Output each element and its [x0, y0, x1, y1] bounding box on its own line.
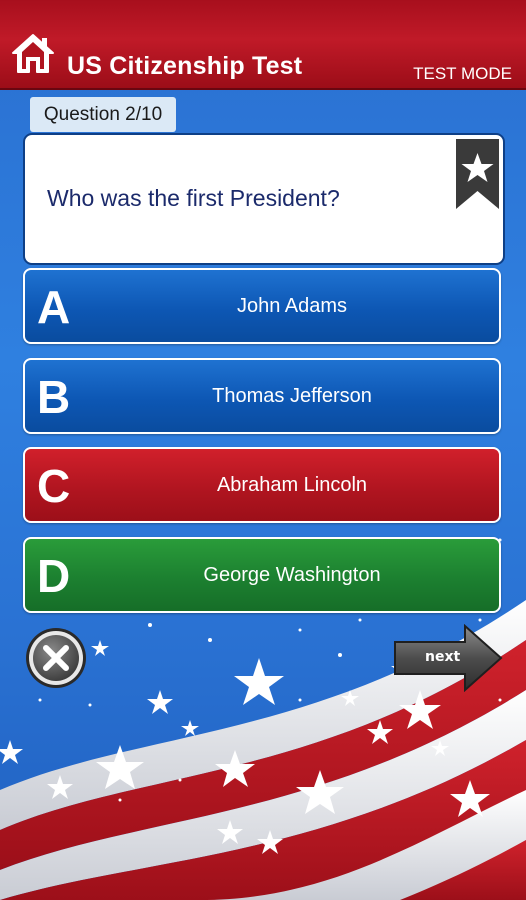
- next-label: next: [425, 649, 461, 665]
- answer-c-letter: C: [37, 460, 71, 512]
- test-mode-label: TEST MODE: [413, 64, 512, 83]
- question-counter: Question 2/10: [30, 97, 176, 132]
- answer-a-text: John Adams: [236, 295, 348, 317]
- answer-a-letter: A: [37, 281, 71, 333]
- answer-b-letter: B: [37, 371, 71, 423]
- question-text: Who was the first President?: [47, 185, 340, 211]
- answer-d-button[interactable]: D George Washington: [23, 537, 501, 613]
- next-button[interactable]: next: [393, 623, 503, 693]
- answer-c-button[interactable]: C Abraham Lincoln: [23, 447, 501, 523]
- answer-b-button[interactable]: B Thomas Jefferson: [23, 358, 501, 434]
- answer-c-text: Abraham Lincoln: [216, 474, 368, 496]
- close-icon[interactable]: [24, 626, 88, 690]
- answer-d-text: George Washington: [203, 564, 381, 586]
- bookmark-star-icon[interactable]: [456, 139, 499, 209]
- answer-d-letter: D: [37, 550, 71, 602]
- home-icon[interactable]: [10, 32, 56, 76]
- answer-b-text: Thomas Jefferson: [212, 385, 372, 407]
- question-card: Who was the first President?: [23, 133, 505, 265]
- answer-a-button[interactable]: A John Adams: [23, 268, 501, 344]
- app-title: US Citizenship Test: [67, 52, 303, 80]
- quiz-screen: US Citizenship Test TEST MODE Question 2…: [0, 0, 526, 900]
- app-header: US Citizenship Test TEST MODE: [0, 0, 526, 90]
